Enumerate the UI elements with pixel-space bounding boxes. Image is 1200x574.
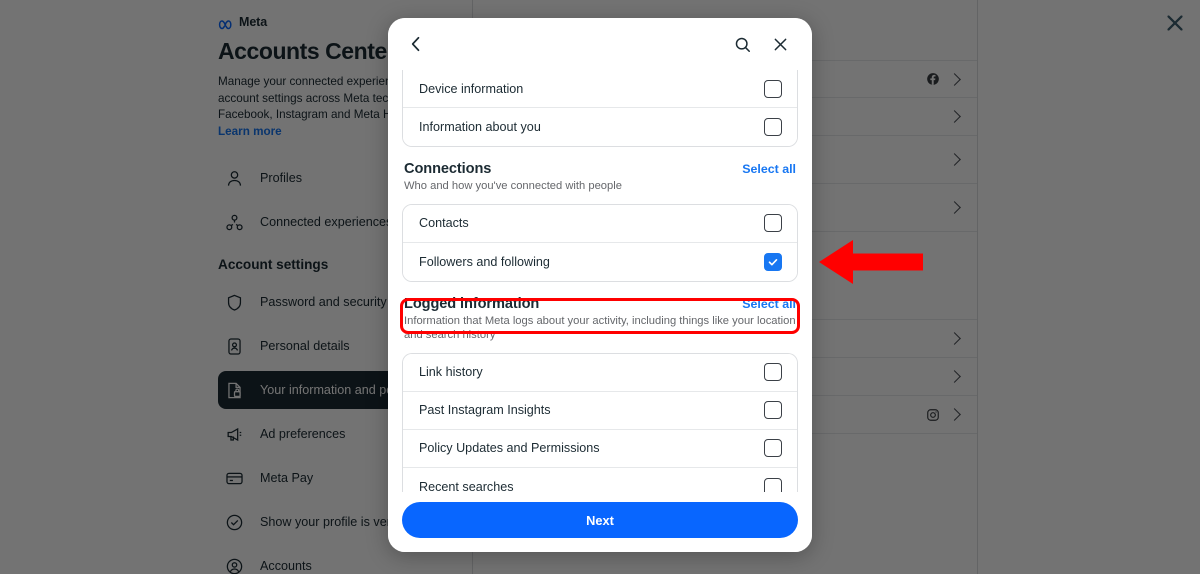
- option-label: Device information: [419, 81, 524, 96]
- section-title: Logged information: [404, 295, 540, 312]
- next-button[interactable]: Next: [402, 502, 798, 538]
- option-checkbox[interactable]: [764, 401, 782, 420]
- options-card-logged-information: Link history Past Instagram Insights Pol…: [402, 352, 798, 492]
- close-icon[interactable]: [766, 30, 794, 58]
- option-label: Past Instagram Insights: [419, 403, 551, 418]
- option-label: Contacts: [419, 216, 469, 231]
- option-checkbox[interactable]: [764, 439, 782, 458]
- chevron-left-icon[interactable]: [402, 30, 430, 58]
- option-row-policy-updates-and-permissions[interactable]: Policy Updates and Permissions: [403, 429, 797, 468]
- option-checkbox[interactable]: [764, 363, 782, 382]
- select-all-link[interactable]: Select all: [742, 162, 796, 176]
- download-information-modal: Device information Information about you…: [388, 18, 812, 552]
- section-header-connections: Connections Select all: [402, 147, 798, 177]
- option-row-contacts[interactable]: Contacts: [403, 204, 797, 243]
- select-all-link[interactable]: Select all: [742, 297, 796, 311]
- section-subtitle: Who and how you've connected with people: [404, 180, 622, 192]
- section-subtitle: Information that Meta logs about your ac…: [404, 314, 796, 342]
- options-card-connections: Contacts Followers and following: [402, 203, 798, 282]
- section-title: Connections: [404, 161, 492, 177]
- red-arrow-annotation-icon: [819, 240, 923, 284]
- options-card-top: Device information Information about you: [402, 70, 798, 147]
- option-label: Link history: [419, 365, 483, 380]
- section-header-logged-information: Logged information Select all: [402, 282, 798, 312]
- option-row-link-history[interactable]: Link history: [403, 353, 797, 392]
- option-label: Followers and following: [419, 254, 550, 269]
- option-row-past-instagram-insights[interactable]: Past Instagram Insights: [403, 391, 797, 430]
- option-row-information-about-you[interactable]: Information about you: [403, 108, 797, 146]
- option-checkbox[interactable]: [764, 79, 782, 98]
- screen-root: Meta Accounts Center Manage your connect…: [0, 0, 1200, 574]
- option-label: Recent searches: [419, 479, 514, 492]
- option-checkbox-checked[interactable]: [764, 252, 782, 271]
- option-checkbox[interactable]: [764, 118, 782, 136]
- option-label: Policy Updates and Permissions: [419, 441, 600, 456]
- modal-footer: Next: [388, 492, 812, 552]
- search-icon[interactable]: [728, 30, 756, 58]
- option-label: Information about you: [419, 120, 541, 134]
- option-row-recent-searches[interactable]: Recent searches: [403, 467, 797, 492]
- option-checkbox[interactable]: [764, 477, 782, 492]
- option-checkbox[interactable]: [764, 214, 782, 233]
- modal-header-actions: [728, 30, 794, 58]
- page-close-icon-top[interactable]: [1163, 11, 1187, 35]
- modal-scroll-body[interactable]: Device information Information about you…: [388, 70, 812, 492]
- modal-header: [388, 18, 812, 70]
- option-row-device-information[interactable]: Device information: [403, 70, 797, 108]
- option-row-followers-and-following[interactable]: Followers and following: [403, 242, 797, 281]
